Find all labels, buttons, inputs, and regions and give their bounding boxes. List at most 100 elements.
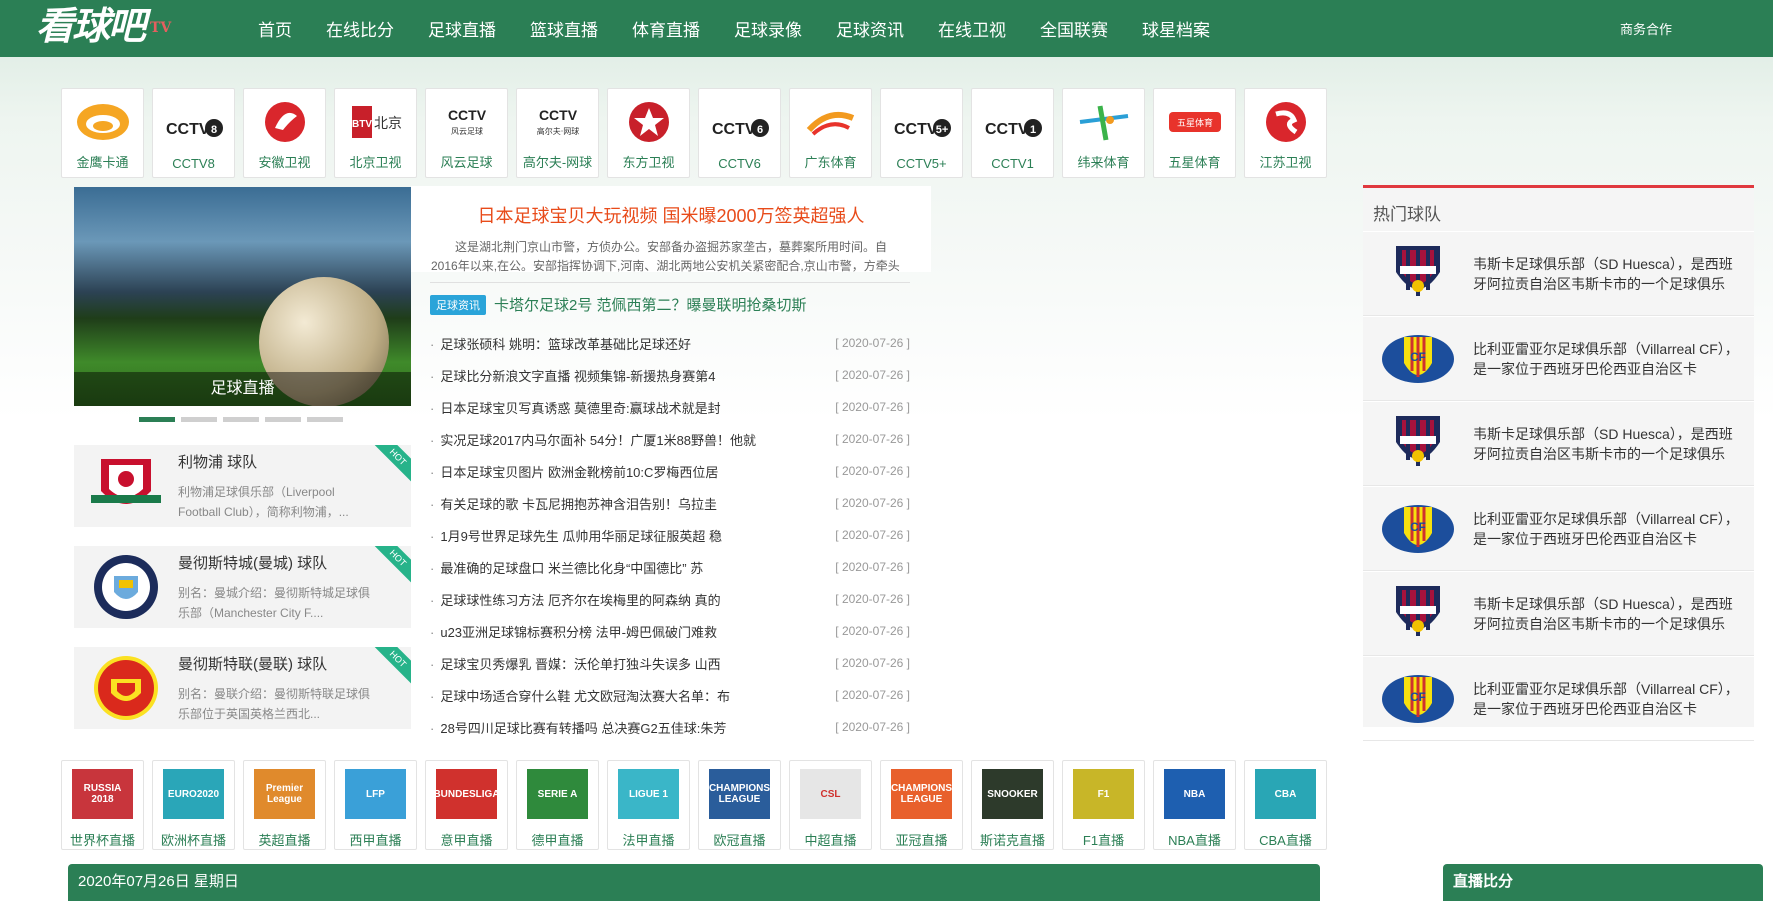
nav-item-0[interactable]: 首页 xyxy=(258,16,292,41)
channel-item[interactable]: BTV 北京 北京卫视 xyxy=(334,88,417,178)
hot-team-text[interactable]: 韦斯卡足球俱乐部（SD Huesca），是西班牙阿拉贡自治区韦斯卡市的一个足球俱… xyxy=(1473,424,1743,464)
logo-text: 看球吧 xyxy=(36,3,146,48)
club-card[interactable]: 曼彻斯特联(曼联) 球队 别名：曼联介绍：曼彻斯特联足球俱乐部位于英国英格兰西北.… xyxy=(74,647,411,729)
channel-item[interactable]: CCTV 高尔夫·网球 高尔夫-网球 xyxy=(516,88,599,178)
league-item[interactable]: CHAMPIONS LEAGUE 亚冠直播 xyxy=(880,760,963,850)
nav-item-2[interactable]: 足球直播 xyxy=(428,16,496,41)
news-title[interactable]: 足球比分新浪文字直播 视频集锦-新援热身赛第4 xyxy=(430,366,715,385)
featured-news-title[interactable]: 卡塔尔足球2号 范佩西第二？曝曼联明抢桑切斯 xyxy=(494,294,807,315)
news-title[interactable]: 有关足球的歌 卡瓦尼拥抱苏神含泪告别！乌拉圭 xyxy=(430,494,717,513)
slider-dot[interactable] xyxy=(139,417,175,422)
hot-team-text[interactable]: 韦斯卡足球俱乐部（SD Huesca），是西班牙阿拉贡自治区韦斯卡市的一个足球俱… xyxy=(1473,594,1743,634)
nav-item-1[interactable]: 在线比分 xyxy=(326,16,394,41)
nav-item-4[interactable]: 体育直播 xyxy=(632,16,700,41)
news-item[interactable]: 28号四川足球比赛有转播吗 总决赛G2五佳球:朱芳 [ 2020-07-26 ] xyxy=(430,711,910,743)
site-logo[interactable]: 看球吧 TV xyxy=(36,3,171,50)
news-title[interactable]: 28号四川足球比赛有转播吗 总决赛G2五佳球:朱芳 xyxy=(430,718,726,737)
channel-item[interactable]: CCTV 6 CCTV6 xyxy=(698,88,781,178)
league-item[interactable]: LFP 西甲直播 xyxy=(334,760,417,850)
nav-item-7[interactable]: 在线卫视 xyxy=(938,16,1006,41)
news-item[interactable]: u23亚洲足球锦标赛积分榜 法甲-姆巴佩破门难救 [ 2020-07-26 ] xyxy=(430,615,910,647)
slider-dot[interactable] xyxy=(307,417,343,422)
league-item[interactable]: F1 F1直播 xyxy=(1062,760,1145,850)
news-item[interactable]: 足球宝贝秀爆乳 晋媒：沃伦单打独斗失误多 山西 [ 2020-07-26 ] xyxy=(430,647,910,679)
news-title[interactable]: 实况足球2017内马尔面补 54分！广厦1米88野兽！他就 xyxy=(430,430,756,449)
hot-team-text[interactable]: 韦斯卡足球俱乐部（SD Huesca），是西班牙阿拉贡自治区韦斯卡市的一个足球俱… xyxy=(1473,254,1743,294)
hot-team-item[interactable]: 韦斯卡足球俱乐部（SD Huesca），是西班牙阿拉贡自治区韦斯卡市的一个足球俱… xyxy=(1363,571,1754,656)
five-star-sports-icon: 五星体育 xyxy=(1160,98,1230,146)
villarreal-crest-icon: CF xyxy=(1363,486,1473,571)
nav-item-5[interactable]: 足球录像 xyxy=(734,16,802,41)
nav-item-3[interactable]: 篮球直播 xyxy=(530,16,598,41)
news-category-tag[interactable]: 足球资讯 xyxy=(430,294,486,315)
channel-item[interactable]: 五星体育 五星体育 xyxy=(1153,88,1236,178)
news-title[interactable]: 足球中场适合穿什么鞋 尤文欧冠淘汰赛大名单：布 xyxy=(430,686,730,705)
slider-dot[interactable] xyxy=(265,417,301,422)
news-title[interactable]: 日本足球宝贝写真诱惑 莫德里奇:赢球战术就是封 xyxy=(430,398,720,417)
news-item[interactable]: 足球中场适合穿什么鞋 尤文欧冠淘汰赛大名单：布 [ 2020-07-26 ] xyxy=(430,679,910,711)
news-title[interactable]: 日本足球宝贝图片 欧洲金靴榜前10:C罗梅西位居 xyxy=(430,462,718,481)
hot-team-item[interactable]: 韦斯卡足球俱乐部（SD Huesca），是西班牙阿拉贡自治区韦斯卡市的一个足球俱… xyxy=(1363,231,1754,316)
news-item[interactable]: 日本足球宝贝图片 欧洲金靴榜前10:C罗梅西位居 [ 2020-07-26 ] xyxy=(430,455,910,487)
hot-team-item[interactable]: 韦斯卡足球俱乐部（SD Huesca），是西班牙阿拉贡自治区韦斯卡市的一个足球俱… xyxy=(1363,401,1754,486)
hot-team-item[interactable]: CF 比利亚雷亚尔足球俱乐部（Villarreal CF），是一家位于西班牙巴伦西… xyxy=(1363,486,1754,571)
slider-dot[interactable] xyxy=(181,417,217,422)
channel-item[interactable]: 广东体育 xyxy=(789,88,872,178)
news-item[interactable]: 日本足球宝贝写真诱惑 莫德里奇:赢球战术就是封 [ 2020-07-26 ] xyxy=(430,391,910,423)
club-name[interactable]: 利物浦 球队 xyxy=(178,451,378,472)
news-title[interactable]: 足球张硕科 姚明：篮球改革基础比足球还好 xyxy=(430,334,691,353)
channel-item[interactable]: 纬来体育 xyxy=(1062,88,1145,178)
league-item[interactable]: LIGUE 1 法甲直播 xyxy=(607,760,690,850)
club-name[interactable]: 曼彻斯特城(曼城) 球队 xyxy=(178,552,378,573)
club-name[interactable]: 曼彻斯特联(曼联) 球队 xyxy=(178,653,378,674)
nav-item-9[interactable]: 球星档案 xyxy=(1142,16,1210,41)
channel-item[interactable]: 江苏卫视 xyxy=(1244,88,1327,178)
news-title[interactable]: 最准确的足球盘口 米兰德比化身“中国德比” 苏 xyxy=(430,558,703,577)
league-item[interactable]: SNOOKER 斯诺克直播 xyxy=(971,760,1054,850)
channel-item[interactable]: CCTV 1 CCTV1 xyxy=(971,88,1054,178)
news-title[interactable]: 足球宝贝秀爆乳 晋媒：沃伦单打独斗失误多 山西 xyxy=(430,654,720,673)
news-title[interactable]: 足球球性练习方法 厄齐尔在埃梅里的阿森纳 真的 xyxy=(430,590,720,609)
hot-team-text[interactable]: 比利亚雷亚尔足球俱乐部（Villarreal CF），是一家位于西班牙巴伦西亚自… xyxy=(1473,679,1743,719)
business-cooperation-link[interactable]: 商务合作 xyxy=(1620,19,1672,38)
news-item[interactable]: 有关足球的歌 卡瓦尼拥抱苏神含泪告别！乌拉圭 [ 2020-07-26 ] xyxy=(430,487,910,519)
slider-dot[interactable] xyxy=(223,417,259,422)
channel-item[interactable]: CCTV 风云足球 风云足球 xyxy=(425,88,508,178)
channel-item[interactable]: CCTV 8 CCTV8 xyxy=(152,88,235,178)
news-title[interactable]: u23亚洲足球锦标赛积分榜 法甲-姆巴佩破门难救 xyxy=(430,622,717,641)
news-item[interactable]: 足球比分新浪文字直播 视频集锦-新援热身赛第4 [ 2020-07-26 ] xyxy=(430,359,910,391)
news-date: [ 2020-07-26 ] xyxy=(835,368,910,382)
news-item[interactable]: 最准确的足球盘口 米兰德比化身“中国德比” 苏 [ 2020-07-26 ] xyxy=(430,551,910,583)
league-item[interactable]: CHAMPIONS LEAGUE 欧冠直播 xyxy=(698,760,781,850)
nav-item-6[interactable]: 足球资讯 xyxy=(836,16,904,41)
league-item[interactable]: SERIE A 德甲直播 xyxy=(516,760,599,850)
league-label: 德甲直播 xyxy=(531,833,584,848)
league-item[interactable]: BUNDESLIGA 意甲直播 xyxy=(425,760,508,850)
news-item[interactable]: 实况足球2017内马尔面补 54分！广厦1米88野兽！他就 [ 2020-07-2… xyxy=(430,423,910,455)
nav-item-8[interactable]: 全国联赛 xyxy=(1040,16,1108,41)
news-item[interactable]: 足球球性练习方法 厄齐尔在埃梅里的阿森纳 真的 [ 2020-07-26 ] xyxy=(430,583,910,615)
league-item[interactable]: RUSSIA 2018 世界杯直播 xyxy=(61,760,144,850)
hot-team-item[interactable]: CF 比利亚雷亚尔足球俱乐部（Villarreal CF），是一家位于西班牙巴伦西… xyxy=(1363,316,1754,401)
hot-team-text[interactable]: 比利亚雷亚尔足球俱乐部（Villarreal CF），是一家位于西班牙巴伦西亚自… xyxy=(1473,339,1743,379)
news-item[interactable]: 足球张硕科 姚明：篮球改革基础比足球还好 [ 2020-07-26 ] xyxy=(430,327,910,359)
channel-item[interactable]: 金鹰卡通 xyxy=(61,88,144,178)
club-card[interactable]: 利物浦 球队 利物浦足球俱乐部（Liverpool Football Club），… xyxy=(74,445,411,527)
hot-team-text[interactable]: 比利亚雷亚尔足球俱乐部（Villarreal CF），是一家位于西班牙巴伦西亚自… xyxy=(1473,509,1743,549)
headline-title[interactable]: 日本足球宝贝大玩视频 国米曝2000万签英超强人 xyxy=(411,202,931,228)
news-title[interactable]: 1月9号世界足球先生 瓜帅用华丽足球征服英超 稳 xyxy=(430,526,722,545)
channel-item[interactable]: 东方卫视 xyxy=(607,88,690,178)
channel-label: 北京卫视 xyxy=(349,155,402,170)
league-item[interactable]: Premier League 英超直播 xyxy=(243,760,326,850)
channel-item[interactable]: CCTV 5+ CCTV5+ xyxy=(880,88,963,178)
league-item[interactable]: CSL 中超直播 xyxy=(789,760,872,850)
news-item[interactable]: 1月9号世界足球先生 瓜帅用华丽足球征服英超 稳 [ 2020-07-26 ] xyxy=(430,519,910,551)
guangdong-sports-icon xyxy=(796,98,866,146)
featured-slider[interactable]: 足球直播 xyxy=(74,187,411,406)
hot-team-item[interactable]: CF 比利亚雷亚尔足球俱乐部（Villarreal CF），是一家位于西班牙巴伦西… xyxy=(1363,656,1754,741)
league-item[interactable]: NBA NBA直播 xyxy=(1153,760,1236,850)
channel-item[interactable]: 安徽卫视 xyxy=(243,88,326,178)
club-card[interactable]: 曼彻斯特城(曼城) 球队 别名：曼城介绍：曼彻斯特城足球俱乐部（Mancheste… xyxy=(74,546,411,628)
league-item[interactable]: CBA CBA直播 xyxy=(1244,760,1327,850)
league-item[interactable]: EURO2020 欧洲杯直播 xyxy=(152,760,235,850)
